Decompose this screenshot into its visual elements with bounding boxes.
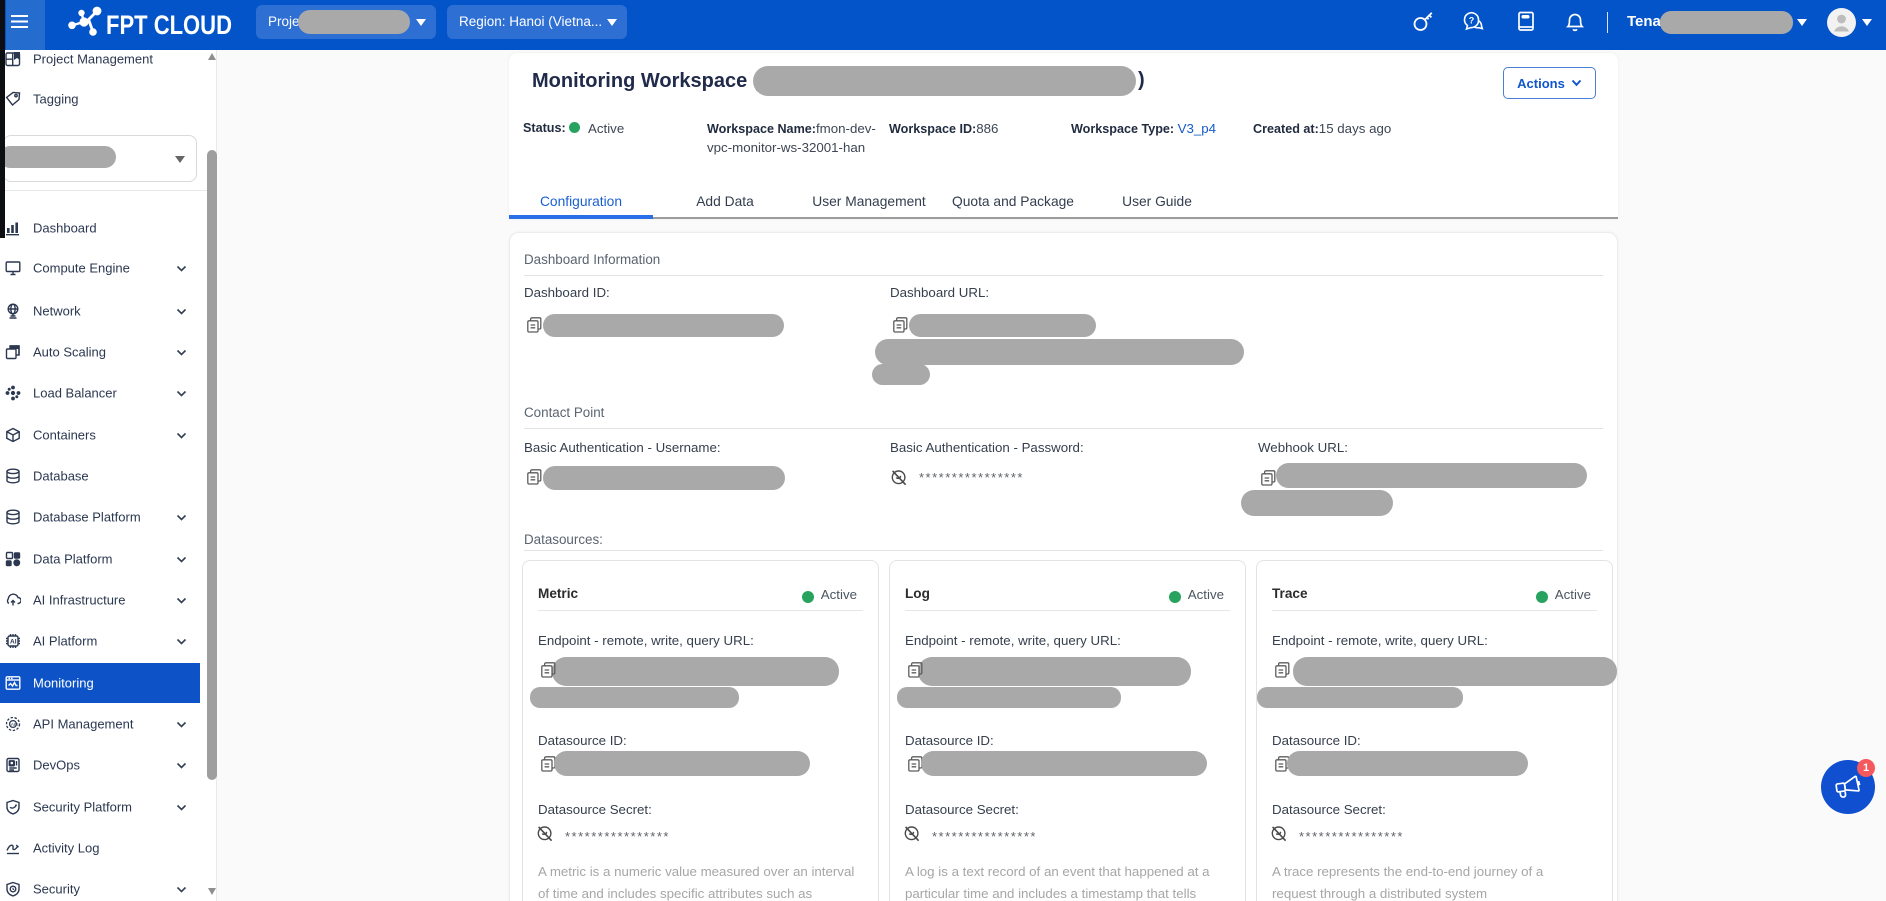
svg-text:?: ? <box>1469 16 1475 26</box>
svg-text:AI: AI <box>10 638 17 645</box>
svg-text:API: API <box>11 722 19 728</box>
svg-text:FPT CLOUD: FPT CLOUD <box>106 10 232 40</box>
